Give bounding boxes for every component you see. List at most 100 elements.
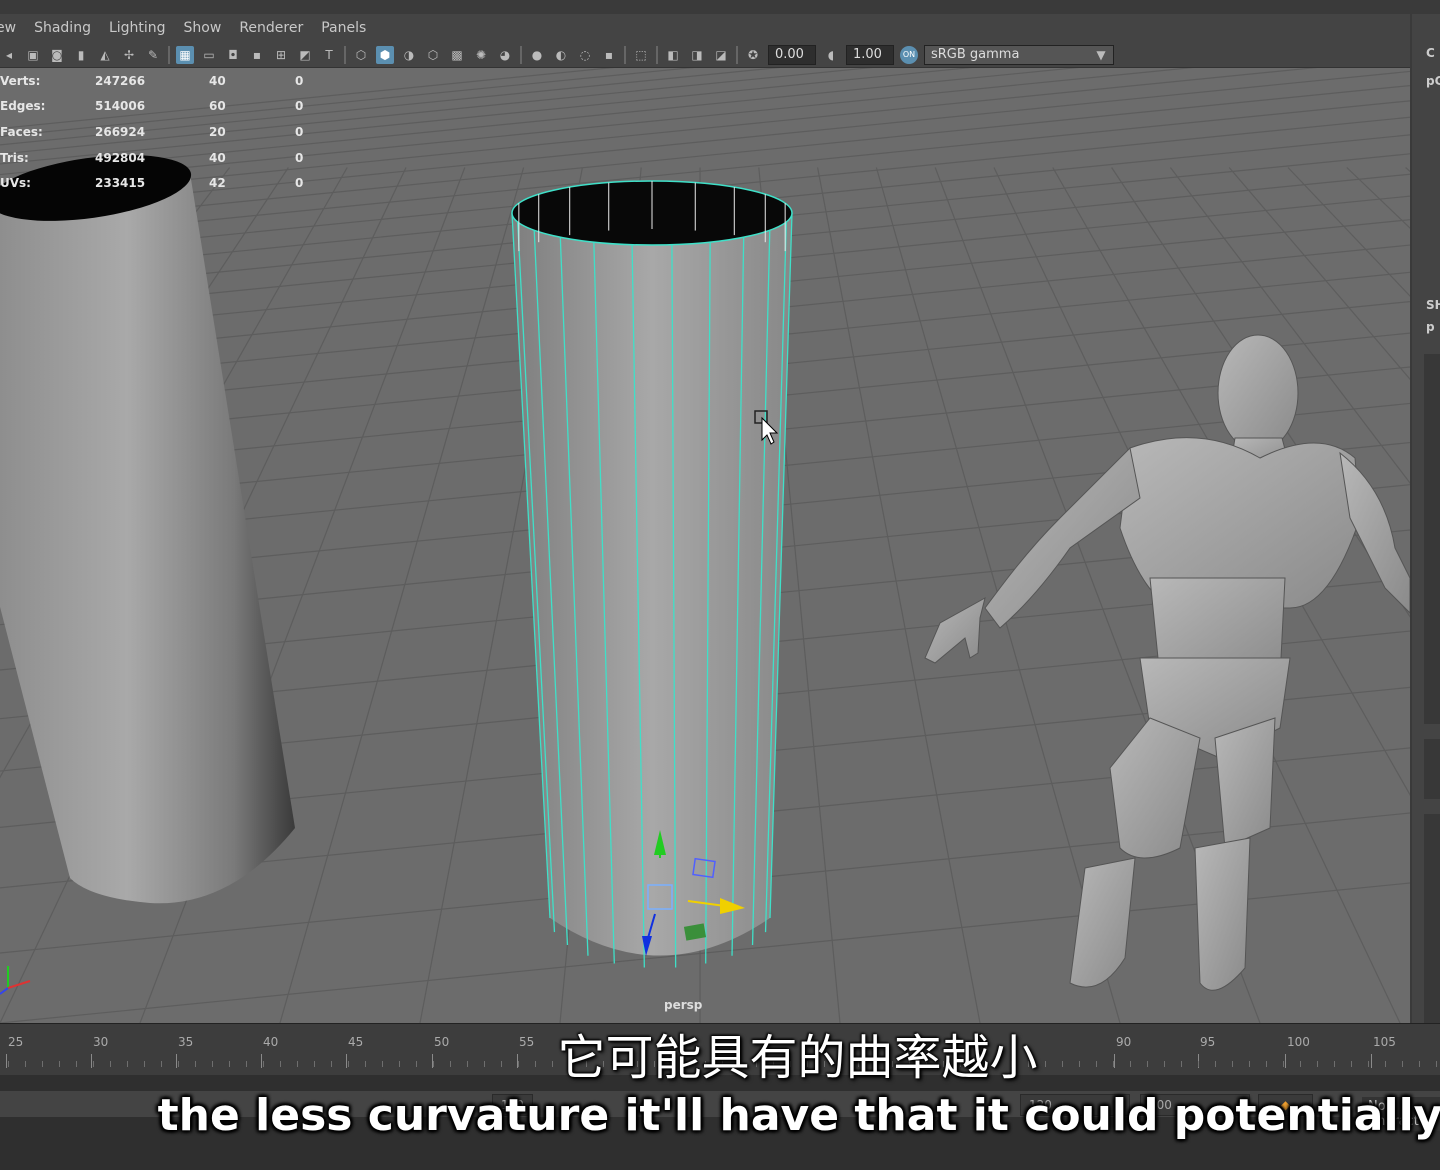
bookmark-camera-icon[interactable]: ◙	[48, 46, 66, 64]
gamma-field[interactable]: 1.00	[846, 44, 894, 65]
wireframe-on-shaded-icon[interactable]: ⬡	[424, 46, 442, 64]
timeline-frame-label: 25	[8, 1035, 24, 1049]
gamma-icon[interactable]: ◖	[822, 46, 840, 64]
wireframe-icon[interactable]: ⬡	[352, 46, 370, 64]
view-transform-dropdown[interactable]: sRGB gamma	[924, 44, 1114, 65]
timeline-minor-tick	[552, 1061, 553, 1067]
timeline-minor-tick	[841, 1061, 842, 1067]
hud-value: 0	[295, 176, 304, 191]
camera-name-label: persp	[664, 998, 703, 1012]
selected-cylinder	[511, 180, 793, 968]
hud-value: 60	[209, 99, 226, 114]
gate-mask-icon[interactable]: ▪	[248, 46, 266, 64]
image-plane-icon[interactable]: ◭	[96, 46, 114, 64]
auto-key-icon[interactable]: ◆	[1258, 1094, 1313, 1116]
hud-value: 492804	[95, 150, 146, 165]
chevron-down-icon[interactable]: ▼	[1092, 46, 1110, 64]
timeline-minor-tick	[1079, 1061, 1080, 1067]
timeline-minor-tick	[331, 1061, 332, 1067]
grid-icon[interactable]: ▦	[176, 45, 194, 64]
screen-space-ao-icon[interactable]: ●	[528, 46, 546, 64]
hud-label: Edges:	[0, 99, 46, 114]
channel-box-panel: C pC SH p	[1410, 14, 1440, 1034]
menu-lighting[interactable]: Lighting	[109, 20, 166, 36]
lights-icon[interactable]: ✺	[472, 46, 490, 64]
timeline-minor-tick	[535, 1061, 536, 1067]
panel-scroll-area[interactable]	[1424, 354, 1440, 724]
panel-label: p	[1426, 320, 1435, 334]
timeline-minor-tick	[1215, 1061, 1216, 1067]
toolbar-separator	[520, 45, 522, 64]
toolbar-separator	[736, 45, 738, 64]
2d-pan-zoom-icon[interactable]: ✢	[120, 46, 138, 64]
field-chart-icon[interactable]: ⊞	[272, 46, 290, 64]
timeline-frame-label: 55	[519, 1035, 535, 1049]
hud-row-faces: Faces: 266924 20 0	[0, 119, 335, 145]
select-camera-icon[interactable]: ◂	[0, 46, 18, 64]
timeline-minor-tick	[739, 1061, 740, 1067]
timeline-minor-tick	[1368, 1061, 1369, 1067]
depth-of-field-icon[interactable]: ▪	[600, 46, 618, 64]
timeline-major-tick	[6, 1054, 7, 1068]
timeline-minor-tick	[382, 1061, 383, 1067]
timeline-minor-tick	[756, 1061, 757, 1067]
motion-blur-icon[interactable]: ◐	[552, 46, 570, 64]
xray-components-icon[interactable]: ◪	[712, 46, 730, 64]
perspective-viewport[interactable]	[0, 68, 1410, 1023]
isolate-select-icon[interactable]: ⬚	[632, 46, 650, 64]
timeline-minor-tick	[93, 1061, 94, 1067]
range-start-field[interactable]: 120	[492, 1094, 533, 1116]
timeline-minor-tick	[42, 1061, 43, 1067]
safe-action-icon[interactable]: ◩	[296, 46, 314, 64]
timeline-minor-tick	[229, 1061, 230, 1067]
camera-attributes-icon[interactable]: ▣	[24, 46, 42, 64]
timeline-minor-tick	[1351, 1061, 1352, 1067]
menu-view[interactable]: ew	[0, 20, 16, 36]
exposure-icon[interactable]: ✪	[744, 46, 762, 64]
xray-icon[interactable]: ◧	[664, 46, 682, 64]
hud-label: Tris:	[0, 150, 29, 165]
timeline-minor-tick	[399, 1061, 400, 1067]
hud-row-verts: Verts: 247266 40 0	[0, 68, 335, 94]
time-slider[interactable]: 25 30 35 40 45 50 55 90 95 100 105	[0, 1023, 1440, 1075]
menu-panels[interactable]: Panels	[321, 20, 366, 36]
timeline-minor-tick	[926, 1061, 927, 1067]
timeline-minor-tick	[1062, 1061, 1063, 1067]
smooth-shade-icon[interactable]: ⬢	[376, 45, 394, 64]
timeline-minor-tick	[569, 1061, 570, 1067]
menu-renderer[interactable]: Renderer	[239, 20, 303, 36]
timeline-minor-tick	[1181, 1061, 1182, 1067]
timeline-minor-tick	[1096, 1061, 1097, 1067]
resolution-gate-icon[interactable]: ◘	[224, 46, 242, 64]
xray-joints-icon[interactable]: ◨	[688, 46, 706, 64]
playback-end-field[interactable]: 200	[1140, 1094, 1250, 1116]
hud-value: 514006	[95, 99, 146, 114]
color-management-toggle-icon[interactable]: ON	[900, 45, 918, 64]
bookmark-icon[interactable]: ▮	[72, 46, 90, 64]
exposure-field[interactable]: 0.00	[768, 44, 816, 65]
timeline-minor-tick	[263, 1061, 264, 1067]
timeline-minor-tick	[586, 1061, 587, 1067]
timeline-frame-label: 45	[348, 1035, 364, 1049]
hud-value: 42	[209, 176, 226, 191]
timeline-major-tick	[1114, 1054, 1115, 1068]
default-material-icon[interactable]: ◑	[400, 46, 418, 64]
anti-aliasing-icon[interactable]: ◌	[576, 46, 594, 64]
timeline-minor-tick	[1300, 1061, 1301, 1067]
character-set-dropdown[interactable]: No Charact	[1362, 1097, 1440, 1131]
film-gate-icon[interactable]: ▭	[200, 46, 218, 64]
range-end-field[interactable]: 120	[1020, 1094, 1130, 1116]
menu-shading[interactable]: Shading	[34, 20, 91, 36]
grease-pencil-icon[interactable]: ✎	[144, 46, 162, 64]
panel-scroll-area[interactable]	[1424, 739, 1440, 799]
timeline-minor-tick	[195, 1061, 196, 1067]
safe-title-icon[interactable]: T	[320, 46, 338, 64]
timeline-frame-label: 40	[263, 1035, 279, 1049]
textured-icon[interactable]: ▩	[448, 46, 466, 64]
left-cylinder	[0, 155, 295, 904]
panel-scroll-area[interactable]	[1424, 814, 1440, 1024]
timeline-minor-tick	[8, 1061, 9, 1067]
menu-show[interactable]: Show	[184, 20, 222, 36]
hud-value: 40	[209, 73, 226, 88]
shadows-icon[interactable]: ◕	[496, 46, 514, 64]
